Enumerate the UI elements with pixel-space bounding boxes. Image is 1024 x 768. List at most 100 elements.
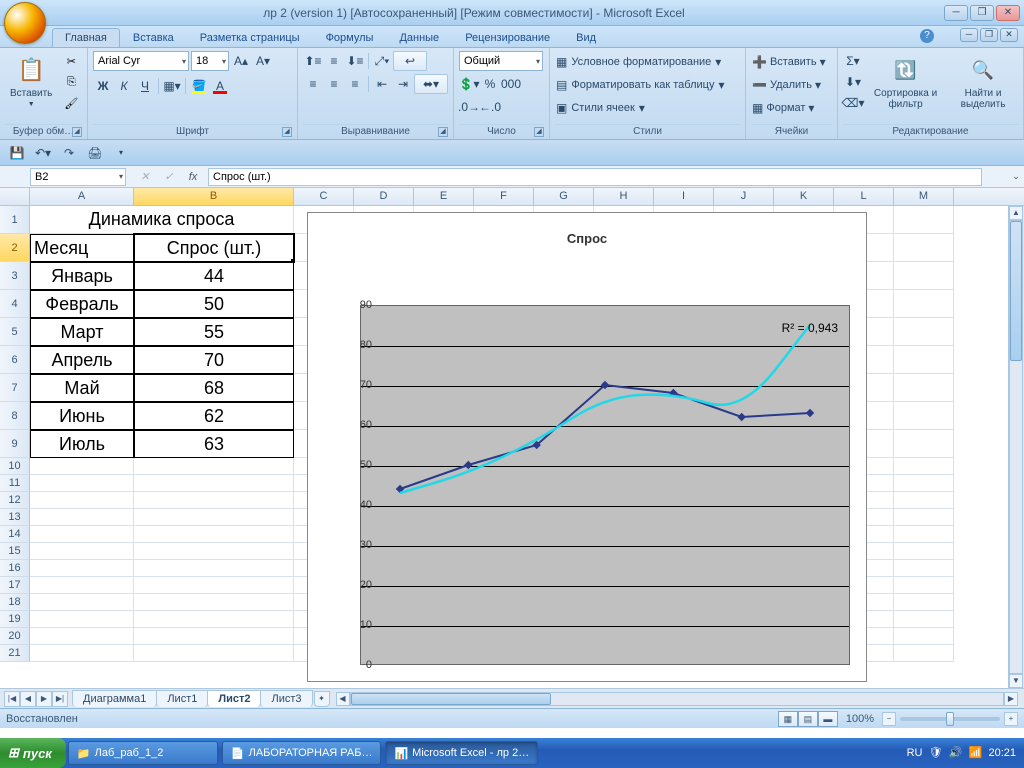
doc-minimize[interactable]: ─ — [960, 28, 978, 42]
wrap-text-button[interactable]: ↩ — [393, 51, 427, 71]
cell[interactable] — [134, 475, 294, 492]
cell[interactable] — [30, 509, 134, 526]
vertical-scrollbar[interactable]: ▲ ▼ — [1008, 206, 1024, 688]
font-name-combo[interactable]: Arial Cyr — [93, 51, 189, 71]
hscroll-left[interactable]: ◀ — [336, 692, 350, 706]
row-header[interactable]: 13 — [0, 509, 30, 526]
cell[interactable]: Май — [30, 374, 134, 402]
cell[interactable] — [894, 290, 954, 318]
find-select-button[interactable]: 🔍 Найти и выделить — [948, 51, 1018, 113]
name-box[interactable]: B2 — [30, 168, 126, 186]
cell[interactable]: Март — [30, 318, 134, 346]
sheet-nav-last[interactable]: ▶| — [52, 691, 68, 707]
fx-button[interactable]: fx — [184, 168, 202, 186]
sheet-nav-next[interactable]: ▶ — [36, 691, 52, 707]
zoom-out[interactable]: − — [882, 712, 896, 726]
cell[interactable] — [30, 611, 134, 628]
row-header[interactable]: 16 — [0, 560, 30, 577]
cell[interactable] — [30, 577, 134, 594]
save-button[interactable]: 💾 — [6, 143, 28, 163]
cell[interactable] — [30, 560, 134, 577]
worksheet-grid[interactable]: ABCDEFGHIJKLM 1Динамика спроса2МесяцСпро… — [0, 188, 1024, 688]
row-header[interactable]: 5 — [0, 318, 30, 346]
formula-expand[interactable]: ⌄ — [1008, 171, 1024, 182]
cell[interactable] — [134, 492, 294, 509]
percent-button[interactable]: % — [480, 74, 500, 94]
help-icon[interactable]: ? — [920, 29, 934, 43]
sheet-tab[interactable]: Лист3 — [260, 690, 312, 707]
decrease-indent[interactable]: ⇤ — [372, 74, 392, 94]
column-header[interactable]: M — [894, 188, 954, 205]
cell[interactable] — [134, 458, 294, 475]
format-painter-button[interactable]: 🖌 — [61, 93, 81, 113]
row-header[interactable]: 4 — [0, 290, 30, 318]
ribbon-tab-Вид[interactable]: Вид — [563, 28, 609, 47]
fill-button[interactable]: ⬇▾ — [843, 72, 863, 92]
taskbar-item[interactable]: 📄ЛАБОРАТОРНАЯ РАБ… — [222, 741, 382, 765]
close-button[interactable]: ✕ — [996, 5, 1020, 21]
hscroll-track[interactable] — [350, 692, 1005, 706]
cell[interactable] — [894, 206, 954, 234]
grow-font-button[interactable]: A▴ — [231, 51, 251, 71]
format-as-table-button[interactable]: ▤Форматировать как таблицу▾ — [555, 74, 740, 96]
cell[interactable]: Февраль — [30, 290, 134, 318]
sheet-tab[interactable]: Лист1 — [156, 690, 208, 707]
cell[interactable] — [894, 628, 954, 645]
zoom-in[interactable]: + — [1004, 712, 1018, 726]
align-top[interactable]: ⬆≡ — [303, 51, 323, 71]
minimize-button[interactable]: ─ — [944, 5, 968, 21]
row-header[interactable]: 17 — [0, 577, 30, 594]
row-header[interactable]: 3 — [0, 262, 30, 290]
autosum-button[interactable]: Σ▾ — [843, 51, 863, 71]
cell[interactable]: Месяц — [30, 234, 134, 262]
row-header[interactable]: 7 — [0, 374, 30, 402]
cell[interactable] — [894, 594, 954, 611]
cell[interactable] — [894, 402, 954, 430]
sheet-tab[interactable]: Лист2 — [207, 690, 261, 707]
doc-restore[interactable]: ❐ — [980, 28, 998, 42]
view-normal[interactable]: ▦ — [778, 711, 798, 727]
cell[interactable]: Динамика спроса — [30, 206, 294, 234]
cell[interactable]: 62 — [134, 402, 294, 430]
cell[interactable]: 55 — [134, 318, 294, 346]
scroll-up[interactable]: ▲ — [1009, 206, 1023, 220]
office-button[interactable] — [4, 2, 46, 44]
sort-filter-button[interactable]: 🔃 Сортировка и фильтр — [865, 51, 946, 113]
cell[interactable] — [134, 594, 294, 611]
row-header[interactable]: 20 — [0, 628, 30, 645]
cell[interactable] — [134, 543, 294, 560]
ribbon-tab-Рецензирование[interactable]: Рецензирование — [452, 28, 563, 47]
language-indicator[interactable]: RU — [907, 747, 923, 759]
cell[interactable] — [894, 645, 954, 662]
row-header[interactable]: 15 — [0, 543, 30, 560]
orientation-button[interactable]: ⤢▾ — [372, 51, 392, 71]
doc-close[interactable]: ✕ — [1000, 28, 1018, 42]
column-header[interactable]: I — [654, 188, 714, 205]
scroll-down[interactable]: ▼ — [1009, 674, 1023, 688]
copy-button[interactable]: ⎘ — [61, 72, 81, 92]
cell[interactable]: 68 — [134, 374, 294, 402]
align-left[interactable]: ≡ — [303, 74, 323, 94]
align-launcher[interactable]: ◢ — [438, 127, 448, 137]
tray-icon[interactable]: 🛡 — [928, 746, 942, 760]
underline-button[interactable]: Ч — [135, 76, 155, 96]
currency-button[interactable]: 💲▾ — [459, 74, 479, 94]
cell[interactable]: Апрель — [30, 346, 134, 374]
cell[interactable]: 50 — [134, 290, 294, 318]
cell[interactable] — [894, 526, 954, 543]
cell[interactable]: Июль — [30, 430, 134, 458]
ribbon-tab-Главная[interactable]: Главная — [52, 28, 120, 47]
restore-button[interactable]: ❐ — [970, 5, 994, 21]
row-header[interactable]: 12 — [0, 492, 30, 509]
cell[interactable] — [894, 262, 954, 290]
ribbon-tab-Формулы[interactable]: Формулы — [313, 28, 387, 47]
number-format-combo[interactable]: Общий — [459, 51, 543, 71]
cancel-formula[interactable]: ✕ — [136, 168, 154, 186]
cell[interactable] — [30, 492, 134, 509]
cell[interactable] — [30, 475, 134, 492]
row-header[interactable]: 8 — [0, 402, 30, 430]
column-header[interactable]: G — [534, 188, 594, 205]
row-header[interactable]: 18 — [0, 594, 30, 611]
sheet-nav-prev[interactable]: ◀ — [20, 691, 36, 707]
cell[interactable] — [894, 234, 954, 262]
